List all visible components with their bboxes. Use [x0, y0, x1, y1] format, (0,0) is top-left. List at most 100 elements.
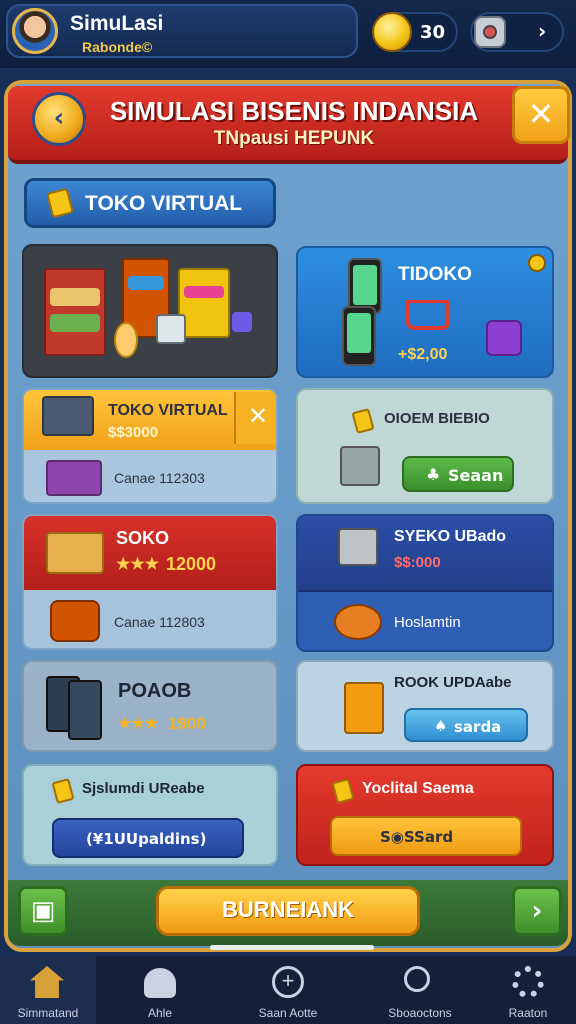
yoclital-title: Yoclital Saema — [362, 780, 474, 797]
soko-sub: Canae 112803 — [114, 614, 205, 630]
package-icon — [46, 460, 102, 496]
cart-icon — [338, 528, 378, 566]
ordem-action-button[interactable]: ♣ Seaan — [402, 456, 514, 492]
soko-stars: ★★★ — [116, 556, 160, 573]
main-action-button[interactable]: BURNEIANK — [156, 886, 420, 936]
next-button[interactable]: › — [512, 886, 562, 936]
nav-item-users[interactable]: Ahle — [112, 956, 208, 1024]
close-icon: ✕ — [527, 95, 555, 133]
rook-button-label: sarda — [454, 718, 502, 736]
avatar[interactable] — [12, 8, 58, 54]
nav-item-search[interactable]: Sboaoctons — [372, 956, 468, 1024]
tag-icon — [351, 408, 375, 434]
sjslumdi-card[interactable]: Sjslumdi UReabe (¥1UUpaldins) — [22, 764, 278, 866]
shelf-icon — [44, 268, 106, 356]
goods-icon — [50, 314, 100, 332]
toko-virtual-price: $$3000 — [108, 424, 159, 441]
sjslumdi-action-button[interactable]: (¥1UUpaldins) — [52, 818, 244, 858]
tidoko-title: TIDOKO — [398, 264, 472, 285]
sjslumdi-title: Sjslumdi UReabe — [82, 780, 205, 797]
search-icon — [404, 966, 430, 992]
sjslumdi-button-label: (¥1UUpaldins) — [86, 830, 207, 848]
soko-title: SOKO — [116, 528, 170, 548]
boxes-icon — [46, 532, 104, 574]
poaob-title: POAOB — [118, 680, 192, 702]
crate-icon — [42, 396, 94, 436]
home-icon — [30, 966, 64, 998]
goods-icon — [184, 286, 224, 298]
coin-icon — [372, 12, 412, 52]
bread-icon — [334, 604, 382, 640]
nav-item-settings[interactable]: Raaton — [480, 956, 576, 1024]
shopping-bag-icon — [46, 187, 74, 219]
box-icon: ▣ — [30, 896, 56, 926]
tag-icon — [331, 778, 355, 804]
syeko-card[interactable]: SYEKO UBado $$:000 Hoslamtin — [296, 514, 554, 652]
syeko-price: $$:000 — [394, 554, 441, 571]
page-subtitle: TNpausi HEPUNK — [213, 128, 375, 149]
section-toko-virtual-button[interactable]: TOKO VIRTUAL — [24, 178, 276, 228]
chevron-right-icon: › — [531, 896, 543, 926]
ordem-button-label: Seaan — [448, 466, 504, 485]
ordem-card[interactable]: OIOEM BIEBIO ♣ Seaan — [296, 388, 554, 504]
gear-icon — [512, 966, 544, 998]
plus-icon: + — [272, 966, 304, 998]
toko-virtual-title: TOKO VIRTUAL — [108, 402, 228, 419]
inventory-button[interactable]: ▣ — [18, 886, 68, 936]
barrel-icon — [114, 322, 138, 358]
nav-label: Raaton — [508, 1006, 548, 1020]
users-icon — [144, 968, 176, 998]
coin-counter[interactable]: 30 — [372, 12, 458, 52]
yoclital-card[interactable]: Yoclital Saema S◉SSard — [296, 764, 554, 866]
poaob-card[interactable]: POAOB ★★★ 1900 — [22, 660, 278, 752]
chevron-right-icon: › — [538, 19, 547, 43]
tag-icon — [51, 778, 75, 804]
leaf-icon: ♣ — [426, 465, 441, 484]
goods-icon — [50, 288, 100, 306]
player-subtitle: Rabonde© — [82, 39, 153, 55]
goods-icon — [232, 312, 252, 332]
syeko-sub: Hoslamtin — [394, 614, 461, 631]
cart-icon — [406, 300, 450, 330]
settings-pill[interactable]: › — [470, 12, 564, 52]
nav-item-home[interactable]: Simmatand — [0, 956, 96, 1024]
soko-card[interactable]: SOKO ★★★ 12000 Canae 112803 — [22, 514, 278, 650]
cart-icon — [156, 314, 186, 344]
nav-label: Simmatand — [17, 1006, 79, 1020]
poaob-price: 1900 — [168, 714, 206, 733]
close-icon[interactable]: ✕ — [234, 392, 276, 444]
nav-label: Ahle — [147, 1006, 173, 1020]
player-name: SimuLasi — [70, 12, 164, 35]
close-button[interactable]: ✕ — [512, 86, 570, 144]
toko-virtual-card[interactable]: TOKO VIRTUAL $$3000 ✕ Canae 112303 — [22, 388, 278, 504]
chevron-left-icon: ‹ — [53, 103, 65, 133]
tidoko-card[interactable]: TIDOKO +$2,00 — [296, 246, 554, 378]
nav-label: Saan Aotte — [258, 1006, 318, 1020]
home-indicator — [210, 945, 374, 950]
store-illustration — [22, 244, 278, 378]
cart-icon — [340, 446, 380, 486]
coin-value: 30 — [420, 22, 446, 43]
toko-virtual-sub: Canae 112303 — [114, 470, 205, 486]
back-button[interactable]: ‹ — [32, 92, 86, 146]
basket-icon — [50, 600, 100, 642]
yoclital-button-label: S◉SSard — [380, 828, 454, 846]
phone-icon — [342, 306, 376, 366]
gear-icon — [474, 16, 506, 48]
yoclital-action-button[interactable]: S◉SSard — [330, 816, 522, 856]
section-button-label: TOKO VIRTUAL — [85, 192, 243, 215]
phone-icon — [68, 680, 102, 740]
player-profile[interactable]: SimuLasi Rabonde© — [6, 4, 358, 58]
plant-icon: ♠ — [434, 717, 448, 735]
nav-label: Sboaoctons — [388, 1006, 452, 1020]
rook-card[interactable]: ROOK UPDAabe ♠ sarda — [296, 660, 554, 752]
rook-action-button[interactable]: ♠ sarda — [404, 708, 528, 742]
syeko-title: SYEKO UBado — [394, 528, 507, 545]
bottom-nav: Simmatand Ahle + Saan Aotte Sboaoctons R… — [0, 956, 576, 1024]
nav-item-add[interactable]: + Saan Aotte — [240, 956, 336, 1024]
soko-price: 12000 — [166, 554, 217, 574]
tidoko-price: +$2,00 — [398, 346, 448, 363]
gift-icon — [486, 320, 522, 356]
page-title: SIMULASI BISENIS INDANSIA — [109, 96, 479, 126]
rook-title: ROOK UPDAabe — [394, 674, 512, 691]
